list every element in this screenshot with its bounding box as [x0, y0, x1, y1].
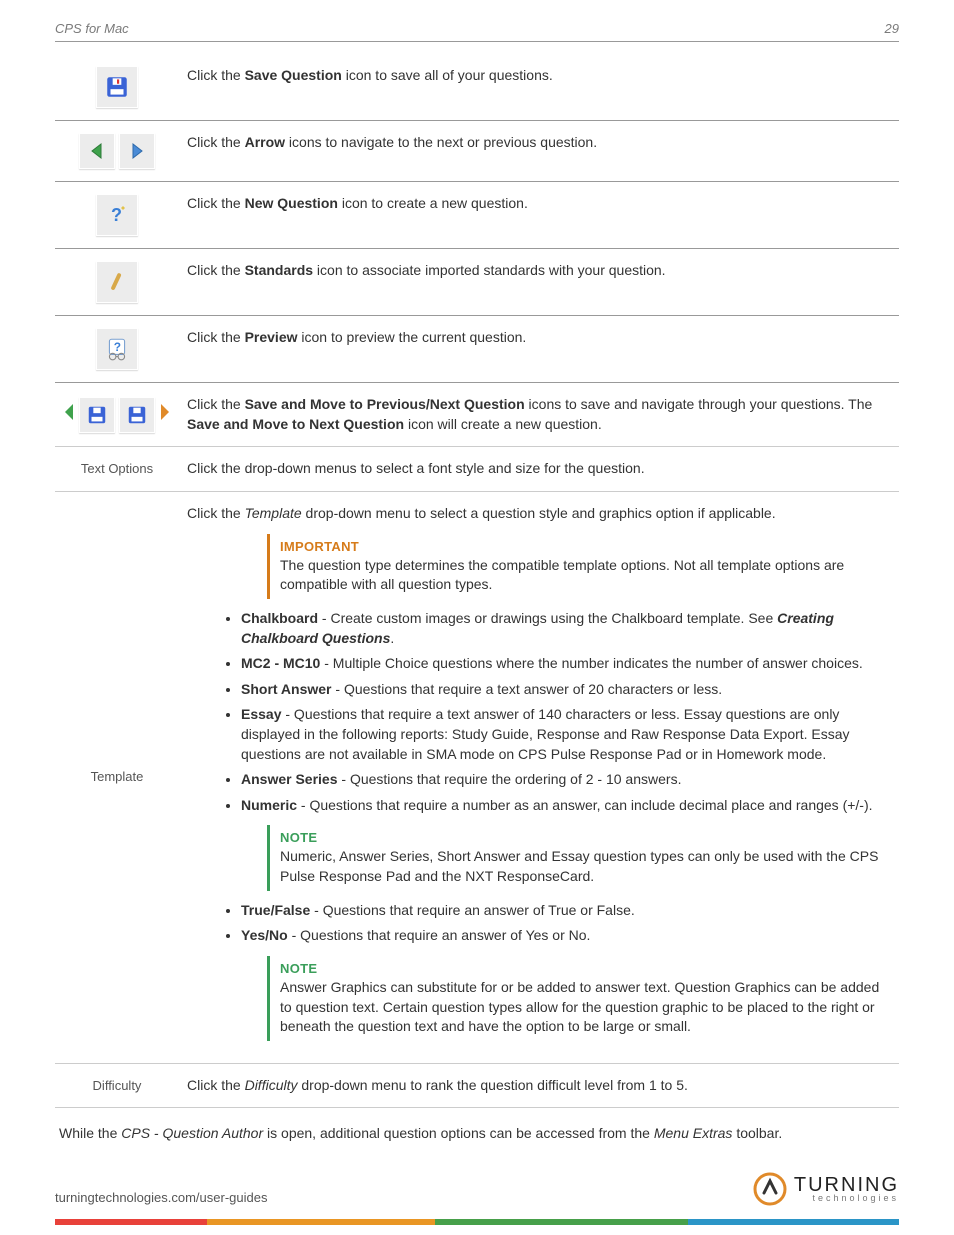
closing-text: While the CPS - Question Author is open,… — [59, 1124, 895, 1144]
row-newq-text: Click the New Question icon to create a … — [179, 182, 899, 249]
callout-important: IMPORTANT The question type determines t… — [267, 534, 891, 599]
opt-essay: Essay - Questions that require a text an… — [241, 705, 881, 764]
page-header: CPS for Mac 29 — [55, 20, 899, 42]
page-footer: turningtechnologies.com/user-guides TURN… — [0, 1171, 954, 1235]
save-next-icon — [119, 397, 155, 433]
template-options-2: True/False - Questions that require an a… — [227, 901, 891, 946]
row-savemove: Click the Save and Move to Previous/Next… — [55, 383, 899, 447]
svg-text:?: ? — [111, 205, 122, 225]
difficulty-label: Difficulty — [55, 1063, 179, 1108]
row-textoptions: Text Options Click the drop-down menus t… — [55, 447, 899, 492]
footer-color-bar — [55, 1219, 899, 1225]
opt-short: Short Answer - Questions that require a … — [241, 680, 881, 700]
row-newq: ? Click the New Question icon to create … — [55, 182, 899, 249]
opt-series: Answer Series - Questions that require t… — [241, 770, 881, 790]
opt-mc: MC2 - MC10 - Multiple Choice questions w… — [241, 654, 881, 674]
row-arrows-text: Click the Arrow icons to navigate to the… — [179, 121, 899, 182]
opt-yn: Yes/No - Questions that require an answe… — [241, 926, 881, 946]
preview-icon: ? — [96, 328, 138, 370]
arrow-right-icon — [119, 133, 155, 169]
row-textoptions-text: Click the drop-down menus to select a fo… — [179, 447, 899, 492]
save-prev-icon — [79, 397, 115, 433]
standards-icon — [96, 261, 138, 303]
important-body: The question type determines the compati… — [280, 556, 881, 595]
row-difficulty: Difficulty Click the Difficulty drop-dow… — [55, 1063, 899, 1108]
svg-text:?: ? — [114, 340, 121, 354]
opt-tf: True/False - Questions that require an a… — [241, 901, 881, 921]
row-difficulty-text: Click the Difficulty drop-down menu to r… — [179, 1063, 899, 1108]
callout-note-1: NOTE Numeric, Answer Series, Short Answe… — [267, 825, 891, 890]
template-label: Template — [55, 491, 179, 1063]
doc-title: CPS for Mac — [55, 20, 129, 38]
new-question-icon: ? — [96, 194, 138, 236]
row-save: Click the Save Question icon to save all… — [55, 54, 899, 121]
callout-note-2: NOTE Answer Graphics can substitute for … — [267, 956, 891, 1041]
row-arrows: Click the Arrow icons to navigate to the… — [55, 121, 899, 182]
row-save-text: Click the Save Question icon to save all… — [179, 54, 899, 121]
arrow-left-icon — [79, 133, 115, 169]
opt-chalkboard: Chalkboard - Create custom images or dra… — [241, 609, 881, 648]
row-preview-text: Click the Preview icon to preview the cu… — [179, 316, 899, 383]
template-options: Chalkboard - Create custom images or dra… — [227, 609, 891, 815]
arrow-right-orange-icon — [159, 398, 171, 431]
row-preview: ? Click the Preview icon to preview the … — [55, 316, 899, 383]
row-template: Template Click the Template drop-down me… — [55, 491, 899, 1063]
important-title: IMPORTANT — [280, 538, 881, 556]
reference-table: Click the Save Question icon to save all… — [55, 54, 899, 1108]
footer-url: turningtechnologies.com/user-guides — [55, 1189, 267, 1207]
opt-numeric: Numeric - Questions that require a numbe… — [241, 796, 881, 816]
row-standards-text: Click the Standards icon to associate im… — [179, 249, 899, 316]
row-standards: Click the Standards icon to associate im… — [55, 249, 899, 316]
textoptions-label: Text Options — [55, 447, 179, 492]
page-number: 29 — [885, 20, 899, 38]
row-savemove-text: Click the Save and Move to Previous/Next… — [179, 383, 899, 447]
arrow-left-green-icon — [63, 398, 75, 431]
save-icon — [96, 66, 138, 108]
turning-logo: TURNING technologies — [752, 1171, 899, 1207]
turning-logo-icon — [752, 1171, 788, 1207]
row-template-body: Click the Template drop-down menu to sel… — [179, 491, 899, 1063]
